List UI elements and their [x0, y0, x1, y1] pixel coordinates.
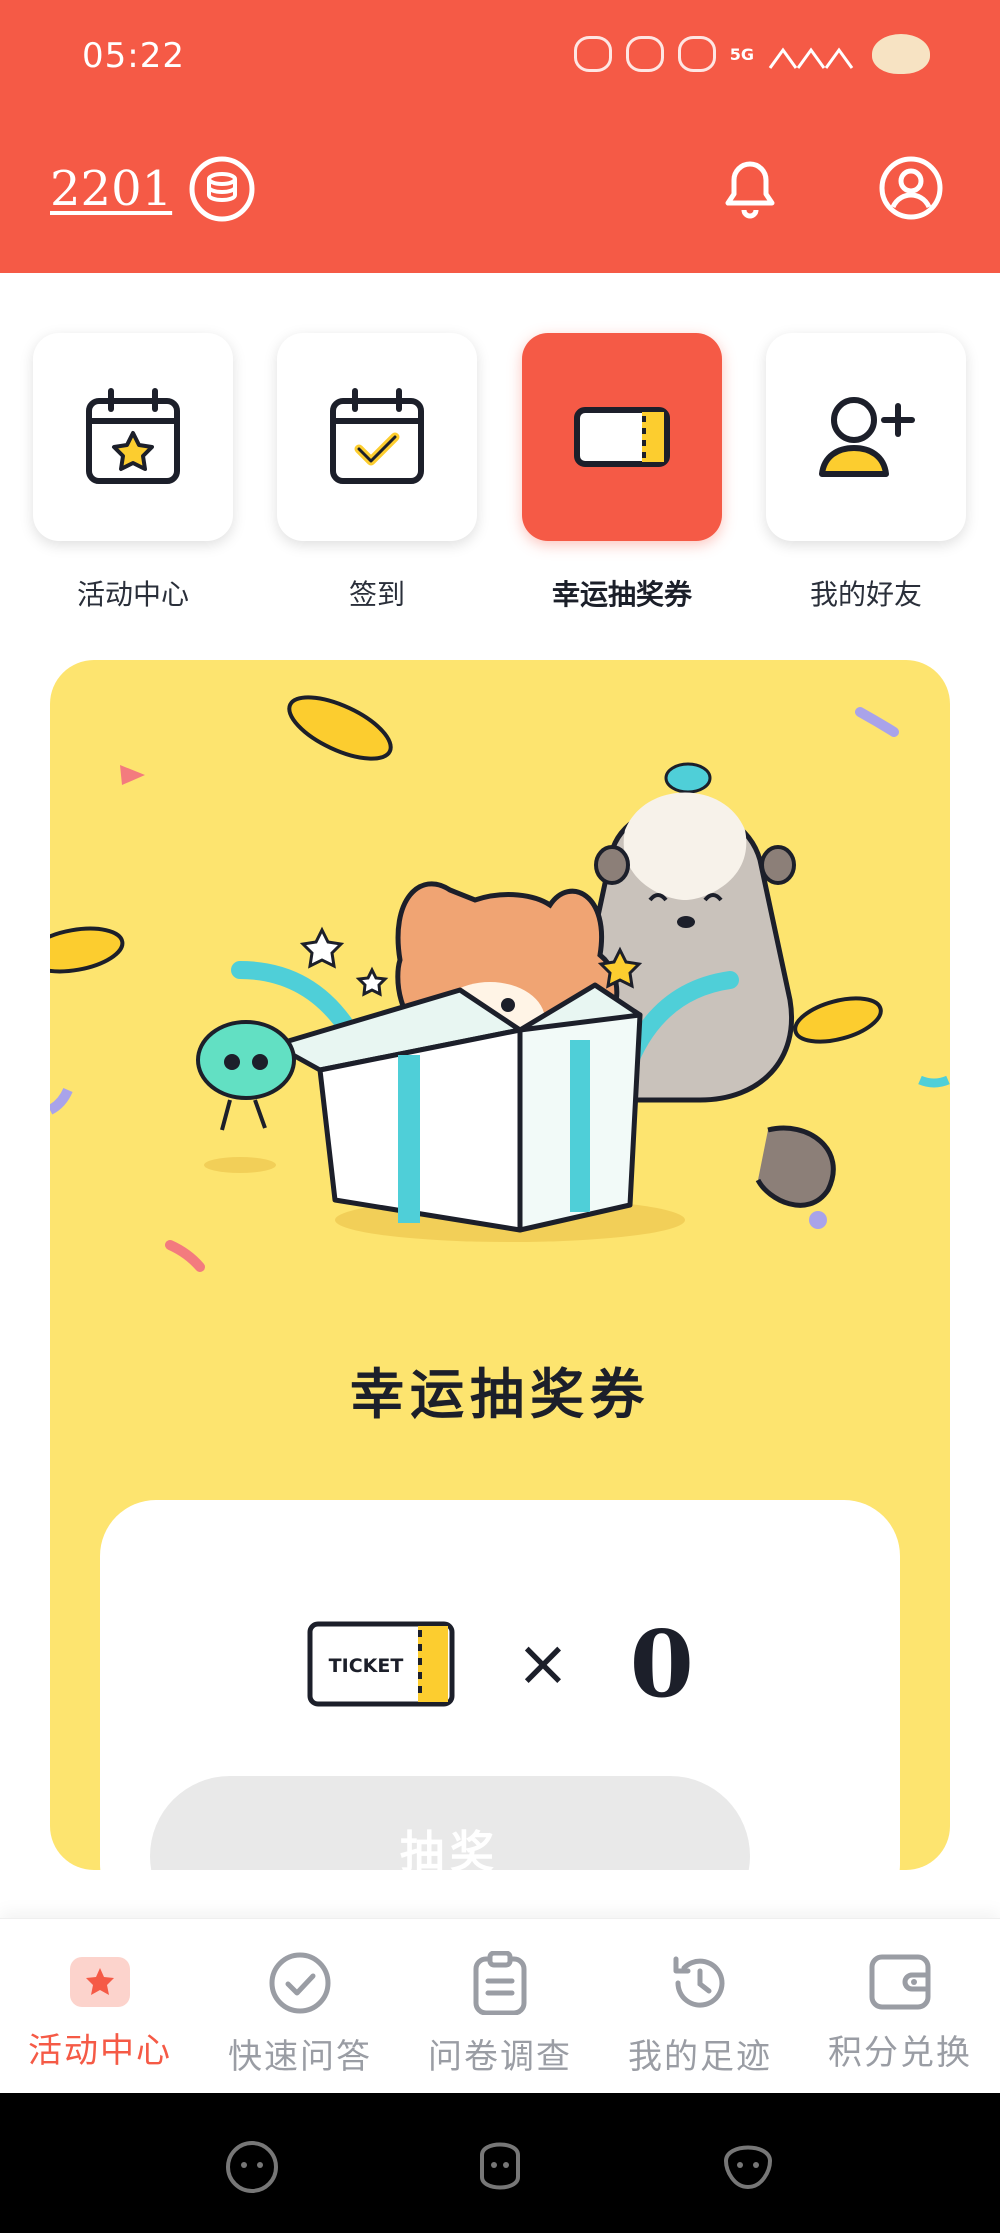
status-time: 05:22 — [82, 36, 185, 76]
quick-label: 幸运抽奖券 — [551, 578, 692, 611]
nav-label: 活动中心 — [28, 2031, 172, 2071]
clipboard-icon — [473, 1951, 527, 2015]
coin-stack-icon[interactable] — [188, 155, 256, 223]
quick-card[interactable] — [33, 333, 233, 541]
draw-button[interactable]: 抽奖 — [150, 1776, 750, 1870]
quick-item-activity-center[interactable]: 活动中心 — [33, 333, 233, 613]
network-type: 5G — [729, 44, 754, 64]
ticket-count: 0 — [629, 1610, 694, 1718]
quick-label: 活动中心 — [76, 578, 189, 611]
quick-card-active[interactable] — [522, 333, 722, 541]
lucky-title: 幸运抽奖券 — [350, 1362, 650, 1426]
quick-item-lucky-ticket[interactable]: 幸运抽奖券 — [522, 333, 722, 613]
points-value[interactable]: 2201 — [50, 161, 172, 217]
quick-label: 我的好友 — [809, 578, 922, 611]
user-icon[interactable] — [878, 155, 944, 221]
bell-icon[interactable] — [718, 155, 782, 221]
nav-label: 快速问答 — [228, 2037, 372, 2077]
points-display[interactable]: 2201 — [50, 155, 256, 223]
quick-card[interactable] — [277, 333, 477, 541]
ticket-icon — [574, 407, 670, 467]
nav-label: 积分兑换 — [828, 2033, 972, 2073]
nav-item-quick-qa[interactable]: 快速问答 — [200, 1919, 400, 2093]
nav-label: 问卷调查 — [428, 2037, 572, 2077]
quick-item-check-in[interactable]: 签到 — [277, 333, 477, 613]
ticket-count-row: TICKET × 0 — [100, 1610, 900, 1718]
bottom-nav: 活动中心 快速问答 问卷调查 我的足迹 积分兑换 — [0, 1918, 1000, 2093]
multiply-sign: × — [516, 1627, 570, 1701]
history-icon — [673, 1956, 725, 2008]
signal-icon — [768, 47, 854, 69]
system-nav-bar — [0, 2093, 1000, 2233]
app-header: 05:22 5G 2201 — [0, 0, 1000, 273]
calendar-check-icon — [330, 388, 424, 484]
battery-icon — [872, 34, 930, 74]
calendar-star-icon — [86, 388, 180, 484]
notification-app-icon — [677, 36, 716, 72]
system-recents-icon[interactable] — [718, 2135, 778, 2195]
quick-menu: 活动中心 签到 幸运抽奖券 我的好友 — [0, 333, 1000, 613]
nav-label: 我的足迹 — [628, 2037, 772, 2077]
nav-item-survey[interactable]: 问卷调查 — [400, 1919, 600, 2093]
quick-card[interactable] — [766, 333, 966, 541]
system-home-icon[interactable] — [470, 2135, 530, 2195]
quick-label: 签到 — [348, 578, 405, 611]
notification-app-icon — [625, 36, 664, 72]
add-friend-icon — [819, 397, 915, 477]
draw-button-label: 抽奖 — [400, 1827, 500, 1870]
nav-item-footprints[interactable]: 我的足迹 — [600, 1919, 800, 2093]
nav-item-points-exchange[interactable]: 积分兑换 — [800, 1919, 1000, 2093]
gift-box-illustration — [50, 695, 950, 1272]
nav-item-activity-center[interactable]: 活动中心 — [0, 1919, 200, 2093]
notification-app-icon — [573, 36, 612, 72]
system-back-icon[interactable] — [222, 2135, 282, 2195]
wallet-icon — [869, 1954, 931, 2010]
check-circle-icon — [269, 1952, 331, 2014]
activity-star-icon — [70, 1957, 130, 2007]
lucky-ticket-panel: 幸运抽奖券 TICKET × 0 抽奖 — [50, 660, 950, 1870]
ticket-badge-icon: TICKET — [307, 1621, 455, 1707]
quick-item-my-friends[interactable]: 我的好友 — [766, 333, 966, 613]
status-icons: 5G — [573, 34, 930, 74]
ticket-badge-text: TICKET — [329, 1655, 404, 1677]
